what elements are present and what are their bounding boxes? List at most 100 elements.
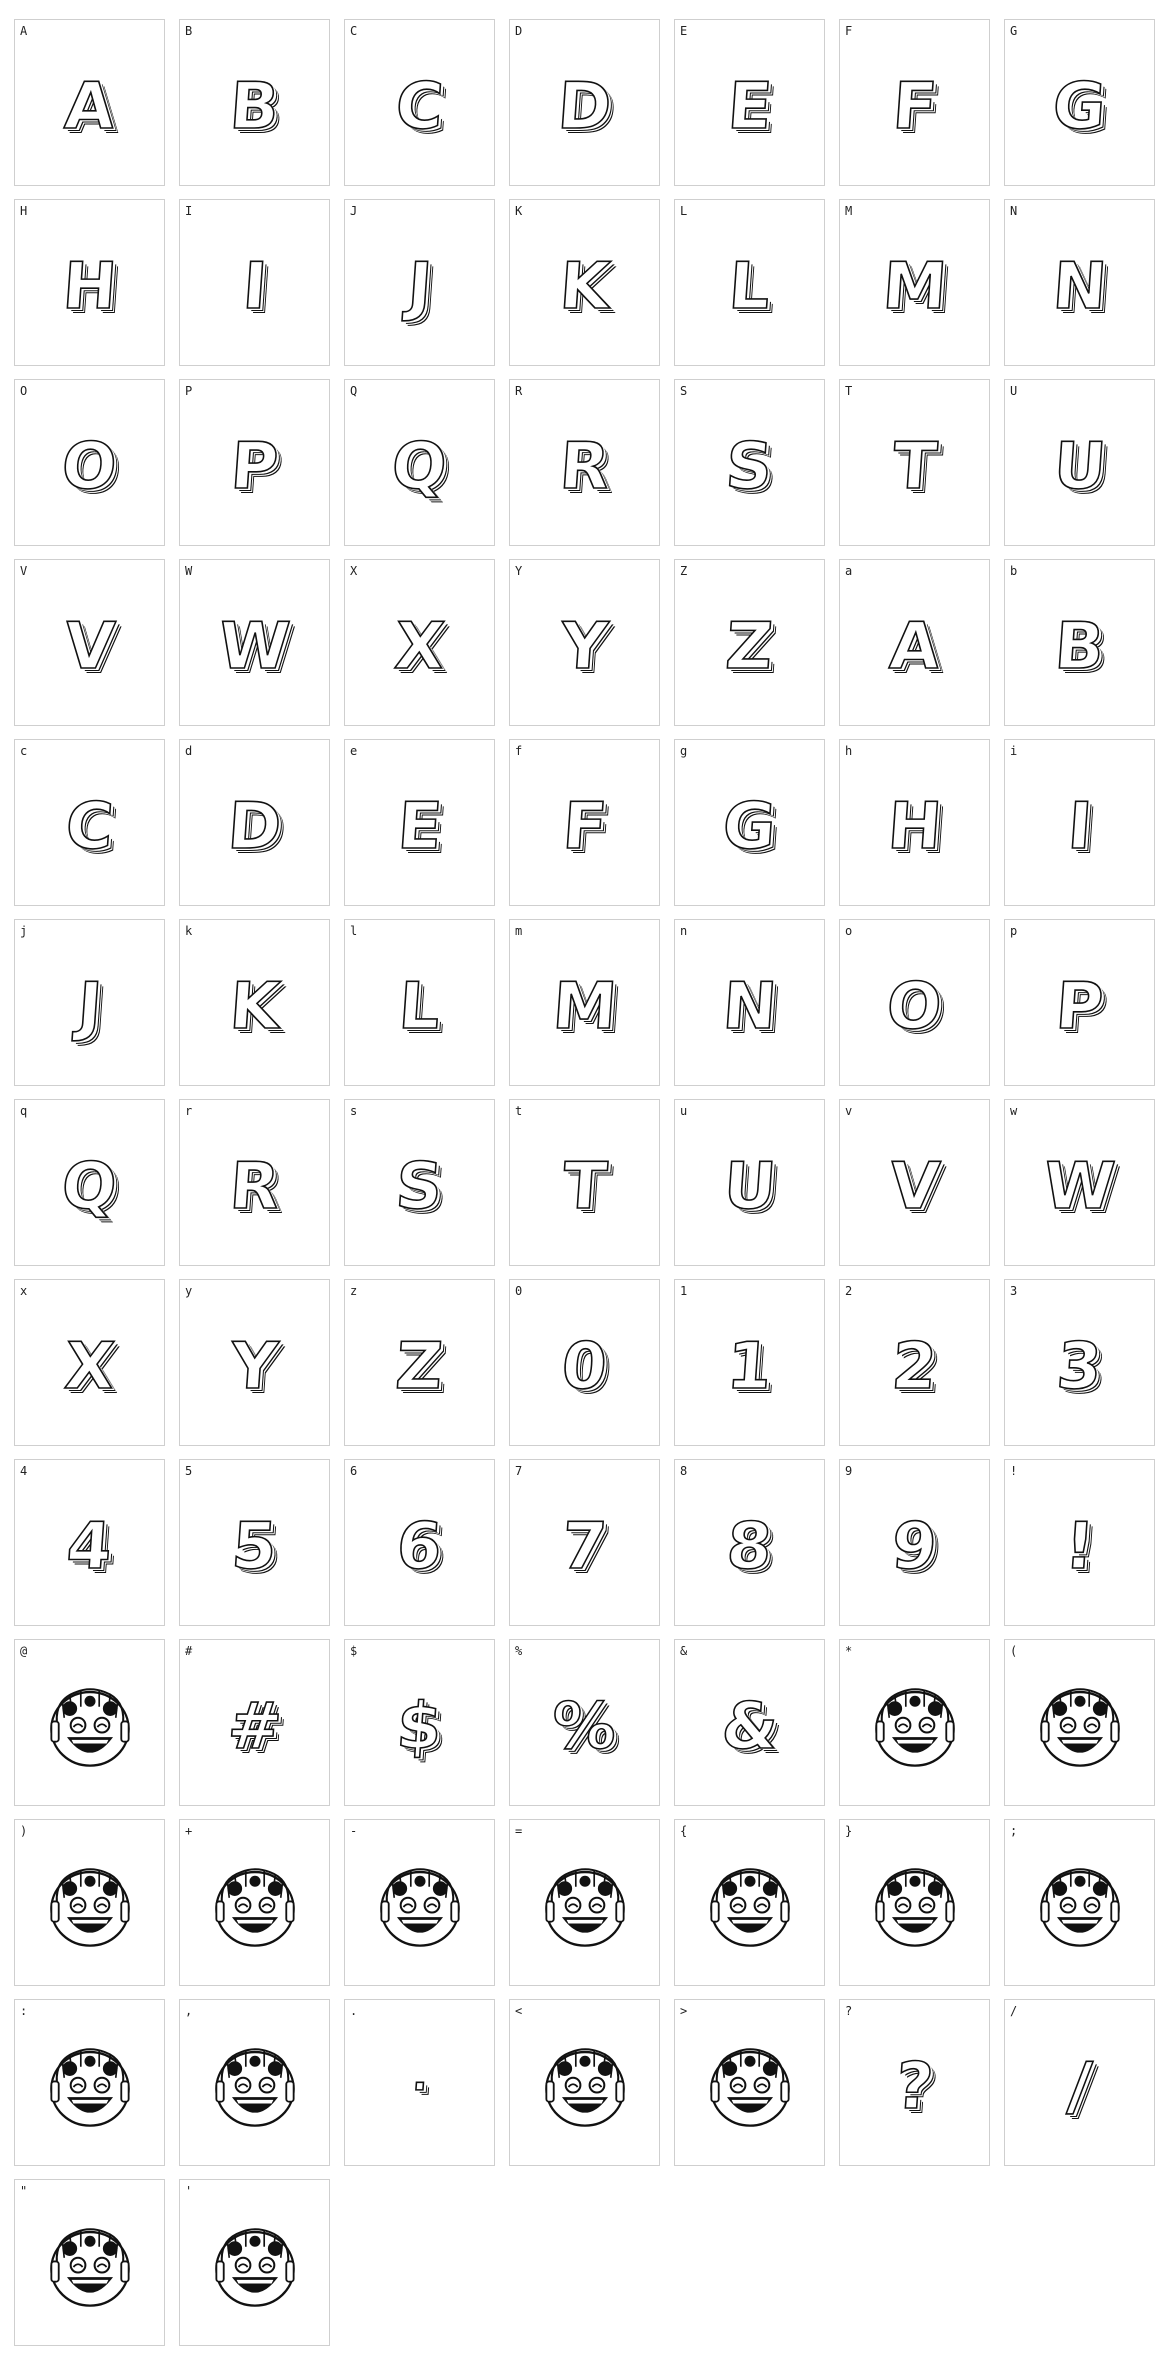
glyph-cell: { [674, 1819, 825, 1986]
glyph-cell: nN [674, 919, 825, 1086]
glyph-label: b [1010, 564, 1018, 578]
glyph-label: E [680, 24, 688, 38]
glyph-cell: oO [839, 919, 990, 1086]
cartoon-face-icon [675, 2022, 824, 2151]
glyph-preview: U [720, 1149, 779, 1225]
glyph-preview: · [409, 2063, 429, 2111]
glyph-cell: KK [509, 199, 660, 366]
glyph-preview: R [226, 1149, 282, 1225]
glyph-cell: FF [839, 19, 990, 186]
glyph-cell: sS [344, 1099, 495, 1266]
glyph-cell: 22 [839, 1279, 990, 1446]
glyph-cell: rR [179, 1099, 330, 1266]
glyph-preview: C [393, 69, 447, 145]
cartoon-face-icon [1005, 1842, 1154, 1971]
cartoon-face-icon [840, 1662, 989, 1791]
glyph-preview: 8 [724, 1509, 775, 1585]
glyph-label: # [185, 1644, 193, 1658]
glyph-label: Z [680, 564, 688, 578]
glyph-cell: lL [344, 919, 495, 1086]
glyph-cell: 55 [179, 1459, 330, 1626]
glyph-label: w [1010, 1104, 1018, 1118]
glyph-preview: 0 [559, 1329, 610, 1405]
glyph-label: f [515, 744, 523, 758]
glyph-cell: AA [14, 19, 165, 186]
glyph-label: n [680, 924, 688, 938]
glyph-cell: SS [674, 379, 825, 546]
glyph-label: K [515, 204, 523, 218]
glyph-cell: wW [1004, 1099, 1155, 1266]
glyph-preview: J [74, 969, 105, 1045]
glyph-cell: !! [1004, 1459, 1155, 1626]
glyph-label: z [350, 1284, 358, 1298]
glyph-preview: $ [394, 1689, 445, 1765]
glyph-preview: W [216, 609, 293, 685]
glyph-cell: VV [14, 559, 165, 726]
glyph-preview: / [1064, 2049, 1094, 2125]
glyph-label: V [20, 564, 28, 578]
glyph-cell: MM [839, 199, 990, 366]
glyph-cell: > [674, 1999, 825, 2166]
glyph-label: % [515, 1644, 523, 1658]
glyph-cell: iI [1004, 739, 1155, 906]
glyph-cell: TT [839, 379, 990, 546]
glyph-preview: R [556, 429, 612, 505]
glyph-cell: mM [509, 919, 660, 1086]
glyph-cell: WW [179, 559, 330, 726]
glyph-cell: RR [509, 379, 660, 546]
glyph-label: o [845, 924, 853, 938]
glyph-cell: & & [674, 1639, 825, 1806]
glyph-preview: E [394, 789, 444, 865]
glyph-label: g [680, 744, 688, 758]
glyph-label: = [515, 1824, 523, 1838]
glyph-cell: gG [674, 739, 825, 906]
glyph-cell: 99 [839, 1459, 990, 1626]
glyph-cell: : [14, 1999, 165, 2166]
glyph-cell: 00 [509, 1279, 660, 1446]
glyph-preview: B [227, 69, 283, 145]
glyph-preview: L [726, 249, 774, 325]
glyph-label: 1 [680, 1284, 688, 1298]
glyph-label: v [845, 1104, 853, 1118]
glyph-preview: ! [1062, 1509, 1098, 1585]
glyph-cell: JJ [344, 199, 495, 366]
glyph-label: t [515, 1104, 523, 1118]
glyph-label: x [20, 1284, 28, 1298]
glyph-cell: " [14, 2179, 165, 2346]
glyph-label: u [680, 1104, 688, 1118]
glyph-cell: cC [14, 739, 165, 906]
glyph-label: 7 [515, 1464, 523, 1478]
glyph-preview: % [549, 1689, 620, 1765]
glyph-cell: / / [1004, 1999, 1155, 2166]
glyph-preview: C [63, 789, 117, 865]
glyph-preview: Q [59, 1149, 120, 1225]
glyph-cell: 77 [509, 1459, 660, 1626]
glyph-cell: 33 [1004, 1279, 1155, 1446]
glyph-preview: V [61, 609, 117, 685]
glyph-preview: & [718, 1689, 781, 1765]
glyph-label: { [680, 1824, 688, 1838]
glyph-preview: W [1041, 1149, 1118, 1225]
glyph-preview: X [61, 1329, 117, 1405]
glyph-preview: G [720, 789, 779, 865]
glyph-label: / [1010, 2004, 1018, 2018]
glyph-label: O [20, 384, 28, 398]
cartoon-face-icon [15, 1662, 164, 1791]
cartoon-face-icon [180, 2022, 329, 2151]
glyph-cell: yY [179, 1279, 330, 1446]
glyph-preview: M [879, 249, 949, 325]
glyph-label: j [20, 924, 28, 938]
glyph-preview: Y [558, 609, 611, 685]
glyph-preview: H [884, 789, 944, 865]
glyph-cell: HH [14, 199, 165, 366]
glyph-cell: EE [674, 19, 825, 186]
glyph-preview: # [224, 1689, 284, 1765]
glyph-cell: ; [1004, 1819, 1155, 1986]
glyph-preview: N [719, 969, 779, 1045]
glyph-cell: = [509, 1819, 660, 1986]
cartoon-face-icon [840, 1842, 989, 1971]
glyph-label: q [20, 1104, 28, 1118]
glyph-cell: 44 [14, 1459, 165, 1626]
glyph-preview: B [1052, 609, 1108, 685]
glyph-preview: X [391, 609, 447, 685]
